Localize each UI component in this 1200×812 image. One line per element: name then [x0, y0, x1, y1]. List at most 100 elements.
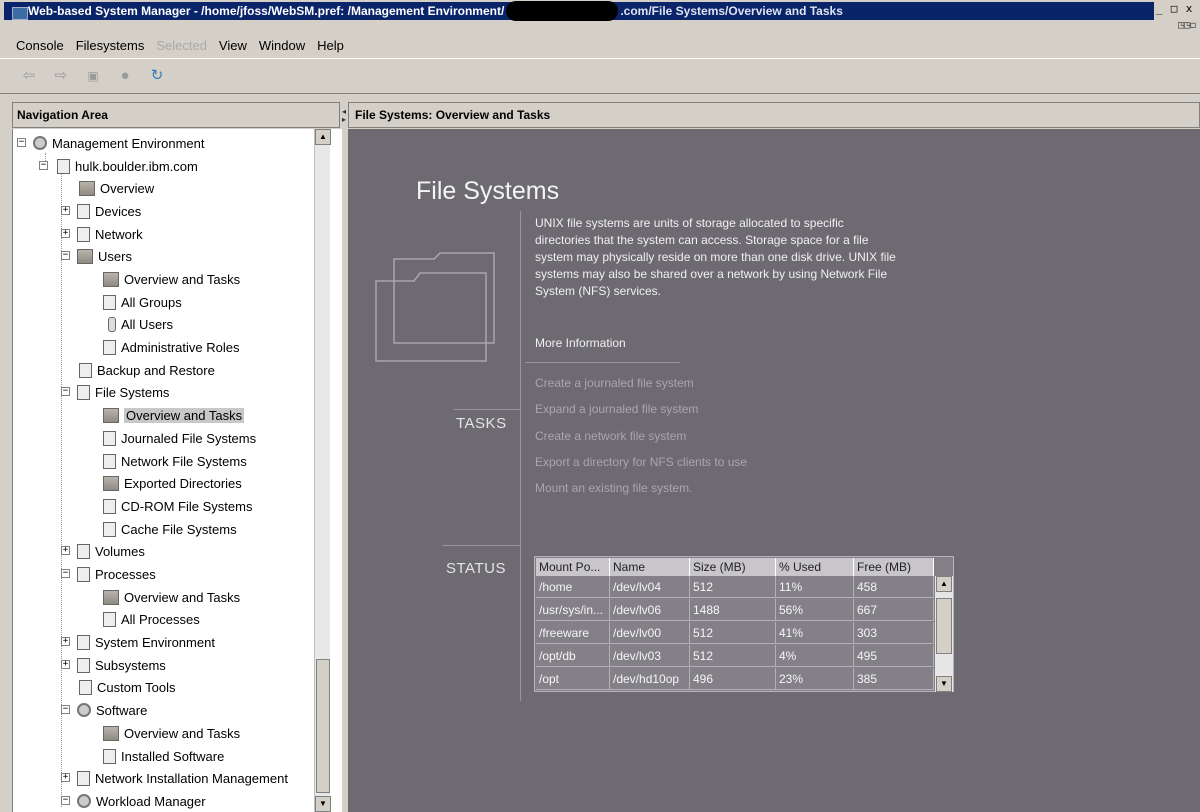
tree-item-software[interactable]: − Software	[61, 699, 147, 721]
table-row[interactable]: /opt /dev/hd10op 496 23% 385	[536, 668, 934, 690]
custom-tools-icon	[79, 679, 92, 695]
column-header[interactable]: Name	[610, 558, 690, 576]
menu-window[interactable]: Window	[259, 38, 305, 53]
menu-console[interactable]: Console	[16, 38, 64, 53]
tree-item-overview[interactable]: Overview	[79, 177, 154, 199]
minimize-button[interactable]: _	[1152, 3, 1166, 17]
task-create-nfs[interactable]: Create a network file system	[535, 429, 686, 443]
task-create-jfs[interactable]: Create a journaled file system	[535, 376, 694, 390]
devices-icon	[77, 203, 90, 219]
column-header[interactable]: % Used	[776, 558, 854, 576]
tree-item-devices[interactable]: + Devices	[61, 200, 141, 222]
tree-item-processes[interactable]: − Processes	[61, 563, 156, 585]
toolbar: ⇦ ⇨ ▣ ● ↻	[0, 58, 1200, 94]
folder-illustration-icon	[375, 252, 495, 362]
tree-item-management-environment[interactable]: − Management Environment	[17, 132, 204, 154]
navigation-area-header: Navigation Area	[12, 102, 340, 128]
task-export-directory[interactable]: Export a directory for NFS clients to us…	[535, 455, 747, 469]
stop-icon[interactable]: ●	[114, 67, 136, 85]
task-mount-fs[interactable]: Mount an existing file system.	[535, 481, 692, 495]
navigation-tree: − Management Environment − hulk.boulder.…	[12, 129, 342, 812]
collapse-icon[interactable]: −	[61, 796, 70, 805]
tree-item-exported-dirs[interactable]: Exported Directories	[103, 472, 242, 494]
tree-item-processes-overview[interactable]: Overview and Tasks	[103, 586, 240, 608]
expand-icon[interactable]: +	[61, 546, 70, 555]
tree-item-workload-manager[interactable]: − Workload Manager	[61, 790, 206, 812]
scroll-down-arrow-icon[interactable]: ▼	[936, 676, 952, 692]
column-header[interactable]: Size (MB)	[690, 558, 776, 576]
expand-icon[interactable]: +	[61, 206, 70, 215]
status-label: STATUS	[446, 560, 506, 577]
tree-item-volumes[interactable]: + Volumes	[61, 540, 145, 562]
tree-item-network-fs[interactable]: Network File Systems	[103, 450, 247, 472]
tree-item-nim[interactable]: + Network Installation Management	[61, 767, 288, 789]
system-environment-icon	[77, 634, 90, 650]
maximize-button[interactable]: □	[1167, 3, 1181, 17]
scroll-down-arrow-icon[interactable]: ▼	[315, 796, 331, 812]
tree-item-users-overview[interactable]: Overview and Tasks	[103, 268, 240, 290]
restore-icons[interactable]: ◳◳◻	[1178, 20, 1196, 31]
window-title-part1: Web-based System Manager - /home/jfoss/W…	[28, 4, 505, 18]
task-expand-jfs[interactable]: Expand a journaled file system	[535, 402, 698, 416]
window-title-part2: .com/File Systems/Overview and Tasks	[620, 4, 843, 18]
user-icon	[108, 316, 116, 332]
more-information-link[interactable]: More Information	[535, 336, 626, 350]
collapse-icon[interactable]: −	[61, 251, 70, 260]
scroll-up-arrow-icon[interactable]: ▲	[315, 129, 331, 145]
tree-item-backup-restore[interactable]: Backup and Restore	[79, 359, 215, 381]
forward-arrow-icon[interactable]: ⇨	[50, 67, 72, 85]
overview-icon	[103, 725, 119, 741]
expand-icon[interactable]: +	[61, 660, 70, 669]
reload-icon[interactable]: ↻	[146, 67, 168, 85]
installed-software-icon	[103, 748, 116, 764]
scrollbar-thumb[interactable]	[316, 659, 330, 793]
collapse-icon[interactable]: −	[61, 705, 70, 714]
tree-item-administrative-roles[interactable]: Administrative Roles	[103, 336, 240, 358]
back-arrow-icon[interactable]: ⇦	[18, 67, 40, 85]
table-header: Mount Po... Name Size (MB) % Used Free (…	[536, 558, 934, 576]
tree-item-software-overview[interactable]: Overview and Tasks	[103, 722, 240, 744]
tree-item-journaled-fs[interactable]: Journaled File Systems	[103, 427, 256, 449]
scroll-up-arrow-icon[interactable]: ▲	[936, 576, 952, 592]
tree-item-users[interactable]: − Users	[61, 245, 132, 267]
collapse-icon[interactable]: −	[17, 138, 26, 147]
expand-icon[interactable]: +	[61, 773, 70, 782]
table-row[interactable]: /usr/sys/in... /dev/lv06 1488 56% 667	[536, 599, 934, 621]
expand-icon[interactable]: +	[61, 229, 70, 238]
backup-icon	[79, 362, 92, 378]
tree-item-cdrom-fs[interactable]: CD-ROM File Systems	[103, 495, 252, 517]
tree-item-subsystems[interactable]: + Subsystems	[61, 654, 166, 676]
tree-item-all-groups[interactable]: All Groups	[103, 291, 182, 313]
menu-view[interactable]: View	[219, 38, 247, 53]
title-bar: Web-based System Manager - /home/jfoss/W…	[0, 0, 1200, 34]
status-table: Mount Po... Name Size (MB) % Used Free (…	[534, 556, 954, 692]
divider	[525, 362, 680, 363]
table-row[interactable]: /opt/db /dev/lv03 512 4% 495	[536, 645, 934, 667]
tree-item-system-environment[interactable]: + System Environment	[61, 631, 215, 653]
close-button[interactable]: x	[1182, 3, 1196, 17]
tree-item-fs-overview-selected[interactable]: Overview and Tasks	[103, 404, 245, 426]
up-level-icon[interactable]: ▣	[82, 67, 104, 85]
table-row[interactable]: /home /dev/lv04 512 11% 458	[536, 576, 934, 598]
column-header[interactable]: Mount Po...	[536, 558, 610, 576]
tree-item-all-processes[interactable]: All Processes	[103, 608, 200, 630]
table-scrollbar[interactable]: ▲ ▼	[935, 576, 953, 692]
overview-icon	[103, 271, 119, 287]
collapse-icon[interactable]: −	[61, 569, 70, 578]
column-header[interactable]: Free (MB)	[854, 558, 934, 576]
expand-icon[interactable]: +	[61, 637, 70, 646]
table-row[interactable]: /freeware /dev/lv00 512 41% 303	[536, 622, 934, 644]
tree-item-file-systems[interactable]: − File Systems	[61, 381, 169, 403]
menu-help[interactable]: Help	[317, 38, 344, 53]
collapse-icon[interactable]: −	[39, 161, 48, 170]
nav-scrollbar[interactable]: ▲ ▼	[314, 129, 331, 812]
tree-item-host[interactable]: − hulk.boulder.ibm.com	[39, 155, 198, 177]
scrollbar-thumb[interactable]	[936, 598, 952, 654]
tree-item-network[interactable]: + Network	[61, 223, 143, 245]
tree-item-all-users[interactable]: All Users	[108, 313, 173, 335]
tree-item-custom-tools[interactable]: Custom Tools	[79, 676, 176, 698]
tree-item-installed-software[interactable]: Installed Software	[103, 745, 224, 767]
menu-filesystems[interactable]: Filesystems	[76, 38, 145, 53]
collapse-icon[interactable]: −	[61, 387, 70, 396]
tree-item-cache-fs[interactable]: Cache File Systems	[103, 518, 237, 540]
